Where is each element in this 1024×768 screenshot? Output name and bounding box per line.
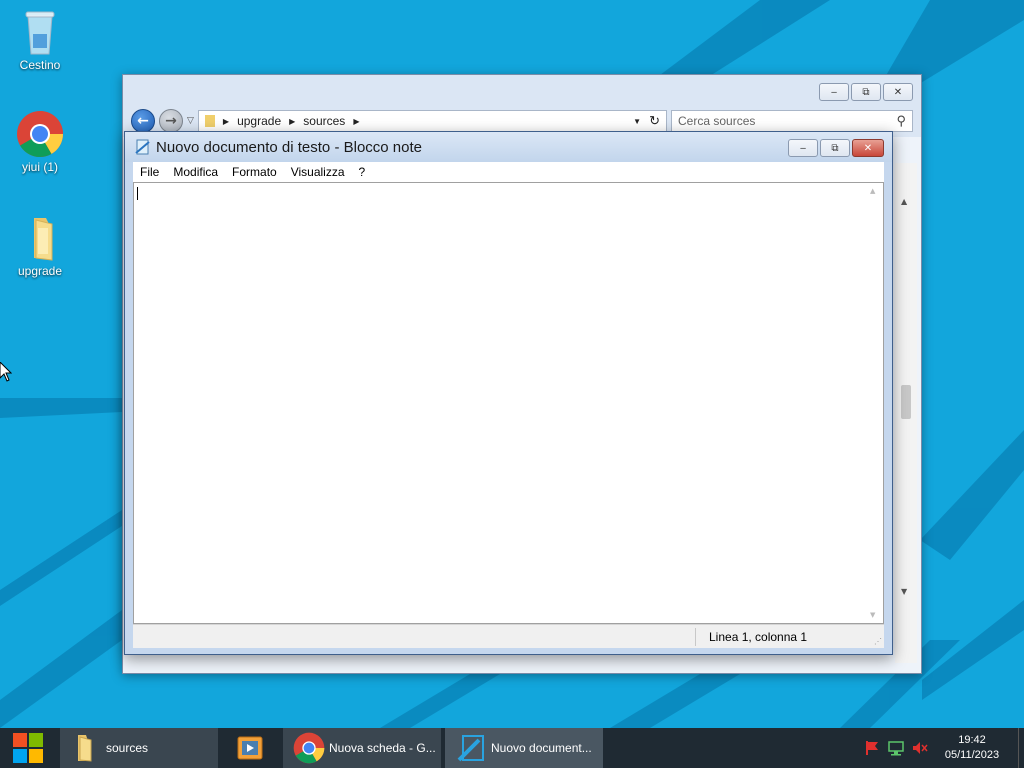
explorer-caption-buttons: ‒ ⧉ ✕: [819, 83, 913, 101]
chrome-icon: [293, 732, 325, 764]
status-separator: [695, 628, 696, 646]
resize-grip-icon[interactable]: ⋰: [874, 637, 882, 646]
address-dropdown-icon[interactable]: ▼: [633, 117, 641, 126]
breadcrumb-separator-icon: ▶: [222, 116, 230, 126]
address-bar[interactable]: ▶ upgrade ▶ sources ▶ ▼ ↻: [197, 110, 667, 132]
window-title: Nuovo documento di testo - Blocco note: [156, 138, 422, 156]
scroll-up-icon[interactable]: ▲: [901, 197, 907, 206]
text-caret: [137, 187, 138, 200]
scroll-down-icon[interactable]: ▼: [901, 587, 907, 596]
notepad-titlebar[interactable]: Nuovo documento di testo - Blocco note: [125, 132, 892, 162]
menu-file[interactable]: File: [133, 165, 166, 179]
restore-icon: ⧉: [831, 142, 839, 154]
taskbar-item-notepad[interactable]: Nuovo document...: [445, 728, 603, 768]
mouse-cursor-icon: [0, 361, 13, 385]
system-tray: 19:42 05/11/2023: [860, 728, 1024, 768]
scroll-down-icon[interactable]: ▼: [870, 611, 875, 619]
folder-icon: [204, 115, 215, 127]
close-icon: ✕: [863, 142, 873, 154]
minimize-button[interactable]: ‒: [819, 83, 849, 101]
notepad-icon: [135, 139, 151, 155]
volume-muted-icon[interactable]: [908, 740, 932, 756]
desktop-icon-label: yiui (1): [21, 160, 58, 174]
taskbar-clock[interactable]: 19:42 05/11/2023: [932, 733, 1012, 763]
chrome-icon: [16, 110, 64, 158]
breadcrumb-separator-icon: ▶: [289, 116, 296, 126]
minimize-icon: ‒: [799, 142, 807, 154]
breadcrumb-upgrade[interactable]: upgrade: [237, 114, 281, 128]
minimize-icon: ‒: [830, 86, 838, 98]
close-button[interactable]: ✕: [852, 139, 884, 157]
close-button[interactable]: ✕: [883, 83, 913, 101]
notepad-window[interactable]: Nuovo documento di testo - Blocco note ‒…: [124, 131, 893, 655]
network-icon[interactable]: [884, 740, 908, 756]
taskbar-item-sources[interactable]: sources: [60, 728, 218, 768]
clock-time: 19:42: [958, 734, 986, 746]
recycle-bin-icon: [16, 8, 64, 56]
taskbar-item-chrome[interactable]: Nuova scheda - G...: [283, 728, 441, 768]
search-placeholder: Cerca sources: [678, 114, 756, 128]
arrow-right-icon: →: [165, 113, 177, 129]
search-input[interactable]: Cerca sources ⚲: [671, 110, 913, 132]
scroll-up-icon[interactable]: ▲: [870, 187, 875, 195]
taskbar-item-media-player[interactable]: [222, 728, 278, 768]
arrow-left-icon: ←: [137, 113, 149, 129]
taskbar: sources Nuova scheda - G... Nuovo docume…: [0, 728, 1024, 768]
desktop-icon-upgrade-folder[interactable]: upgrade: [0, 214, 80, 278]
scrollbar-thumb[interactable]: [901, 385, 911, 419]
show-desktop-button[interactable]: [1018, 728, 1024, 768]
desktop-icon-recycle-bin[interactable]: Cestino: [0, 8, 80, 72]
desktop-icon-label: upgrade: [17, 264, 63, 278]
taskbar-item-label: sources: [106, 741, 149, 755]
status-bar: Linea 1, colonna 1 ⋰: [133, 624, 884, 648]
minimize-button[interactable]: ‒: [788, 139, 818, 157]
cursor-position: Linea 1, colonna 1: [709, 630, 808, 644]
taskbar-item-label: Nuova scheda - G...: [329, 741, 436, 755]
notepad-icon: [457, 735, 484, 762]
refresh-icon[interactable]: ↻: [649, 113, 660, 129]
menu-help[interactable]: ?: [352, 165, 373, 179]
breadcrumb-separator-icon: ▶: [353, 116, 360, 126]
editor-vertical-scrollbar[interactable]: ▲ ▼: [865, 183, 883, 623]
explorer-vertical-scrollbar[interactable]: ▲ ▼: [895, 163, 917, 663]
recent-locations-dropdown-icon[interactable]: ▽: [187, 116, 194, 126]
windows-logo-icon: [13, 733, 43, 763]
restore-icon: ⧉: [862, 86, 870, 98]
clock-date: 05/11/2023: [944, 749, 1000, 761]
text-editor-area[interactable]: ▲ ▼: [133, 182, 884, 624]
desktop-icon-label: Cestino: [19, 58, 61, 72]
desktop-icon-chrome-shortcut[interactable]: yiui (1): [0, 110, 80, 174]
maximize-button[interactable]: ⧉: [851, 83, 881, 101]
notepad-caption-buttons: ‒ ⧉ ✕: [788, 139, 884, 157]
menu-modifica[interactable]: Modifica: [166, 165, 225, 179]
action-center-flag-icon[interactable]: [860, 740, 884, 756]
maximize-button[interactable]: ⧉: [820, 139, 850, 157]
explorer-address-row: ← → ▽ ▶ upgrade ▶ sources ▶ ▼ ↻ Cerca so…: [131, 109, 913, 133]
notepad-menubar: File Modifica Formato Visualizza ?: [133, 162, 884, 182]
media-player-icon: [237, 736, 263, 760]
taskbar-item-label: Nuovo document...: [491, 741, 592, 755]
menu-formato[interactable]: Formato: [225, 165, 284, 179]
forward-button[interactable]: →: [159, 109, 183, 133]
breadcrumb-sources[interactable]: sources: [303, 114, 345, 128]
start-button[interactable]: [0, 728, 56, 768]
close-icon: ✕: [893, 86, 903, 98]
back-button[interactable]: ←: [131, 109, 155, 133]
folder-icon: [78, 735, 92, 762]
search-icon[interactable]: ⚲: [896, 113, 906, 129]
folder-icon: [16, 214, 64, 262]
menu-visualizza[interactable]: Visualizza: [284, 165, 352, 179]
